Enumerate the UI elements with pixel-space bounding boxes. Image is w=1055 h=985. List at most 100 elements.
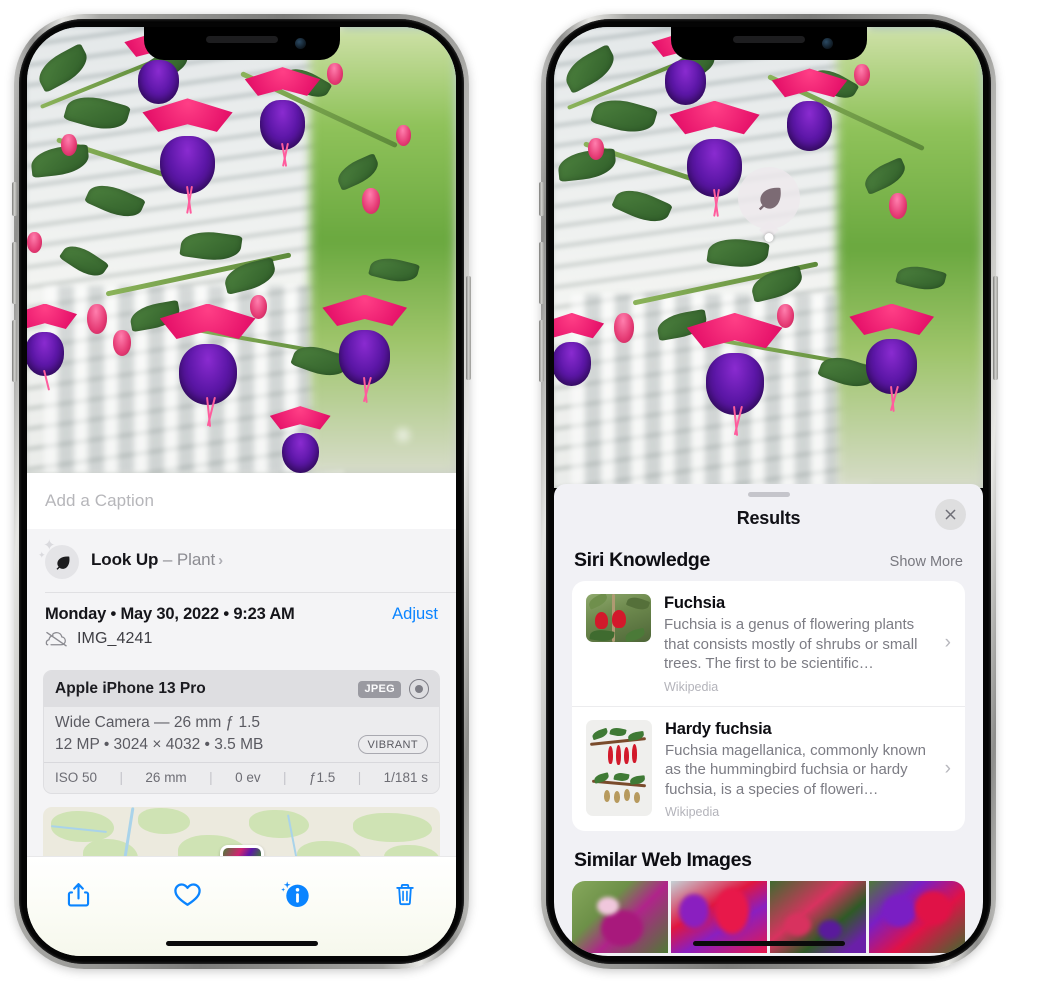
caption-field[interactable]: Add a Caption [27,473,456,529]
front-camera-icon [294,38,306,49]
lens-line: Wide Camera — 26 mm ƒ 1.5 [55,714,261,731]
chevron-right-icon: › [944,632,951,654]
notch [670,27,867,60]
raw-ring-icon[interactable] [409,679,429,699]
look-up-label: Look Up – Plant › [91,550,223,570]
fuchsia-flower [242,67,324,167]
chevron-right-icon: › [944,757,951,779]
caption-placeholder: Add a Caption [45,491,155,510]
fuchsia-flower [846,303,938,413]
adjust-button[interactable]: Adjust [392,605,438,624]
flower-bud [395,125,411,147]
map-green-area [249,809,309,838]
right-phone-screen: Results Siri Knowledge Show More Fuchsia… [554,27,983,956]
card-source: Wikipedia [664,679,719,694]
volume-down-button[interactable] [12,320,17,382]
leaf-icon: ✦ ✦ [38,538,79,579]
share-button[interactable] [55,871,101,917]
hardy-fuchsia-thumbnail [586,719,652,816]
volume-down-button[interactable] [539,320,544,382]
page-title: Results [736,507,801,528]
photo-info-sheet: Add a Caption ✦ ✦ Look Up – Plant › Mond… [27,473,456,956]
delete-button[interactable] [382,871,428,917]
favorite-button[interactable] [164,871,210,917]
card-title: Hardy fuchsia [665,719,772,738]
flower-bud [327,62,344,85]
exif-iso: ISO 50 [55,770,98,785]
exif-separator: | [209,770,213,785]
flower-bud [888,192,907,219]
style-badge: VIBRANT [357,735,428,754]
map-green-area [138,808,190,834]
photo-datetime: Monday • May 30, 2022 • 9:23 AM [45,605,295,623]
exif-shutter: 1/181 s [383,770,428,785]
knowledge-card-fuchsia[interactable]: Fuchsia Fuchsia is a genus of flowering … [572,581,965,706]
card-source: Wikipedia [665,805,720,819]
results-sheet: Results Siri Knowledge Show More Fuchsia… [554,484,983,956]
web-image-4[interactable] [869,881,965,953]
mute-switch[interactable] [539,182,544,216]
photo-viewer[interactable] [554,27,983,488]
flower-bud [361,187,380,214]
front-camera-icon [821,38,833,49]
card-description: Fuchsia magellanica, commonly known as t… [665,741,926,798]
volume-up-button[interactable] [12,242,17,304]
fuchsia-flower [139,98,237,215]
mute-switch[interactable] [12,182,17,216]
screenshot-stage: Add a Caption ✦ ✦ Look Up – Plant › Mond… [0,0,1055,985]
fuchsia-flower [156,303,260,427]
results-header: Results [554,497,983,539]
photo-filename: IMG_4241 [77,630,153,647]
show-more-button[interactable]: Show More [890,554,963,570]
exif-separator: | [119,770,123,785]
leaf-icon [758,187,781,211]
exif-separator: | [283,770,287,785]
fuchsia-flower [554,312,607,389]
close-icon [945,509,956,520]
lookup-section: ✦ ✦ Look Up – Plant › Monday • May 30, 2… [27,529,456,877]
flower-bud [588,137,605,160]
fuchsia-thumbnail [586,594,651,642]
info-button[interactable] [273,871,319,917]
look-up-row[interactable]: ✦ ✦ Look Up – Plant › [27,529,456,592]
fuchsia-flower [769,68,851,154]
badge-anchor-dot [764,233,773,242]
photo-toolbar [27,856,456,956]
camera-card-header: Apple iPhone 13 Pro JPEG [44,671,439,707]
exif-aperture: ƒ1.5 [309,770,336,785]
fuchsia-flower [267,406,333,473]
flower-bud [614,312,635,343]
look-up-dash: – [162,550,173,569]
side-power-button[interactable] [466,276,471,380]
camera-model: Apple iPhone 13 Pro [55,680,206,697]
close-button[interactable] [935,499,966,530]
right-phone: Results Siri Knowledge Show More Fuchsia… [539,14,998,969]
specs-line: 12 MP • 3024 × 4032 • 3.5 MB [55,735,264,753]
knowledge-card-hardy-fuchsia[interactable]: Hardy fuchsia Fuchsia magellanica, commo… [572,705,965,832]
siri-knowledge-cards: Fuchsia Fuchsia is a genus of flowering … [572,581,965,831]
card-description: Fuchsia is a genus of flowering plants t… [664,616,918,672]
chevron-right-icon: › [218,552,224,569]
garden-backdrop [837,27,983,488]
map-green-area [352,812,433,842]
volume-up-button[interactable] [539,242,544,304]
earpiece-speaker [732,36,805,43]
home-indicator[interactable] [165,941,318,946]
siri-knowledge-header: Siri Knowledge Show More [554,539,983,581]
section-title: Siri Knowledge [574,549,710,571]
format-badge: JPEG [358,680,401,698]
similar-web-images-title: Similar Web Images [574,849,752,871]
flower-bud [777,303,795,328]
cloud-slash-icon [45,631,68,647]
photo-viewer[interactable] [27,27,456,473]
fuchsia-flower [27,303,80,392]
camera-info-card[interactable]: Apple iPhone 13 Pro JPEG Wide Camera — 2… [43,670,440,794]
side-power-button[interactable] [993,276,998,380]
look-up-text: Look Up [91,550,159,569]
left-phone-screen: Add a Caption ✦ ✦ Look Up – Plant › Mond… [27,27,456,956]
photo-metadata: Monday • May 30, 2022 • 9:23 AM Adjust I… [27,593,456,658]
flower-bud [87,303,108,334]
visual-lookup-badge[interactable] [737,167,800,229]
home-indicator[interactable] [692,941,845,946]
web-image-1[interactable] [572,881,668,953]
